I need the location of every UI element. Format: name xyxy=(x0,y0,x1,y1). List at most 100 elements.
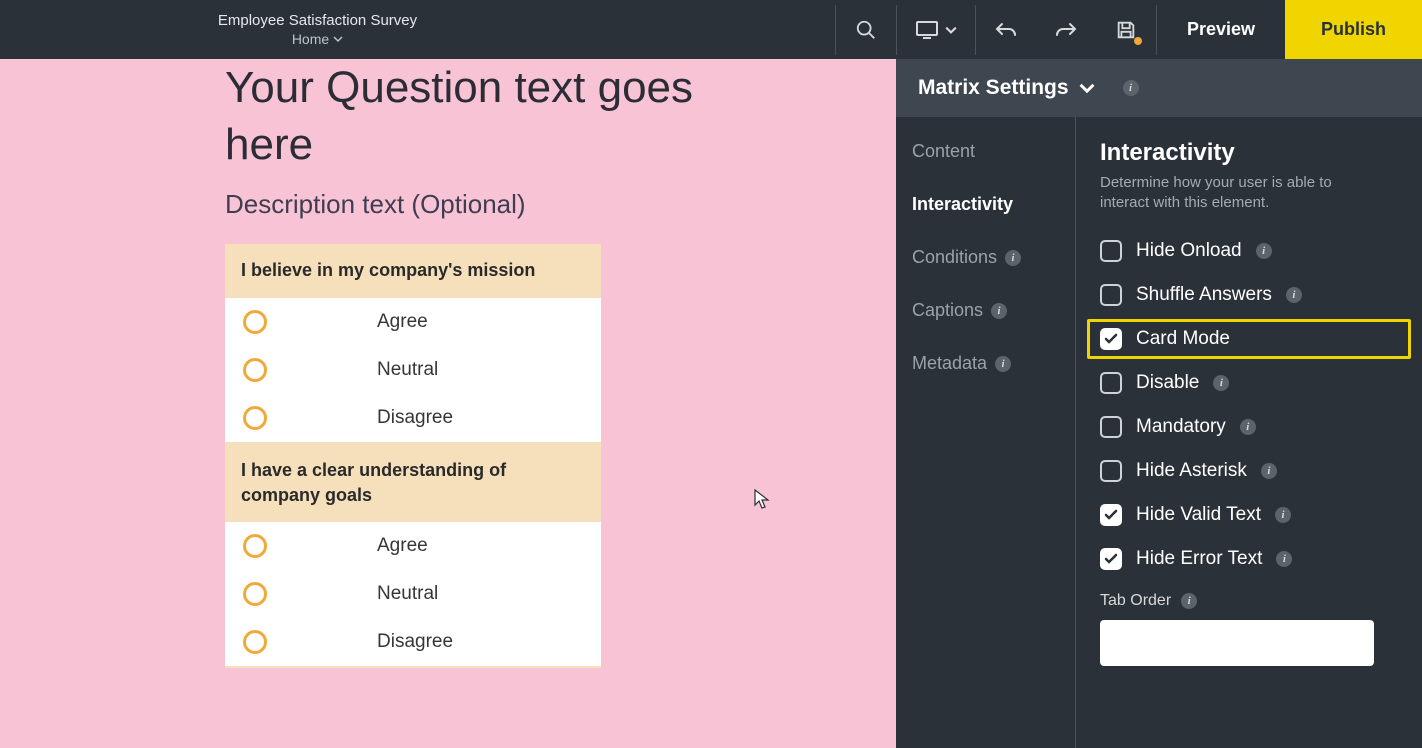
divider xyxy=(225,666,601,668)
checkbox-label: Shuffle Answers xyxy=(1136,284,1272,306)
search-button[interactable] xyxy=(836,0,896,59)
nav-label: Content xyxy=(912,141,975,162)
checkbox-row-mandatory: Mandatory i xyxy=(1100,416,1398,438)
tab-order-label: Tab Order i xyxy=(1100,592,1398,610)
title-group: Employee Satisfaction Survey Home xyxy=(0,12,635,47)
settings-panel-header[interactable]: Matrix Settings i xyxy=(896,59,1422,117)
matrix-card-list: I believe in my company's mission Agree … xyxy=(225,244,601,668)
info-icon[interactable]: i xyxy=(1286,287,1302,303)
check-icon xyxy=(1104,332,1118,346)
tab-order-input[interactable] xyxy=(1100,620,1374,666)
save-button[interactable] xyxy=(1096,0,1156,59)
info-icon[interactable]: i xyxy=(1123,80,1139,96)
info-icon[interactable]: i xyxy=(1261,463,1277,479)
check-icon xyxy=(1104,552,1118,566)
option-label: Disagree xyxy=(377,407,453,429)
checkbox[interactable] xyxy=(1100,328,1122,350)
matrix-option[interactable]: Agree xyxy=(225,298,601,346)
info-icon[interactable]: i xyxy=(995,356,1011,372)
monitor-icon xyxy=(915,20,939,40)
info-icon[interactable]: i xyxy=(1240,419,1256,435)
radio-icon[interactable] xyxy=(243,358,267,382)
checkbox-label: Disable xyxy=(1136,372,1199,394)
nav-captions[interactable]: Captions i xyxy=(912,300,1075,321)
question-description[interactable]: Description text (Optional) xyxy=(225,189,896,220)
settings-content: Interactivity Determine how your user is… xyxy=(1076,117,1422,748)
settings-panel-title: Matrix Settings xyxy=(918,76,1069,100)
option-label: Neutral xyxy=(377,359,438,381)
checkbox-row-hide-valid-text: Hide Valid Texti xyxy=(1100,504,1398,526)
check-icon xyxy=(1104,508,1118,522)
nav-label: Captions xyxy=(912,300,983,321)
checkbox[interactable] xyxy=(1100,240,1122,262)
matrix-option[interactable]: Neutral xyxy=(225,570,601,618)
matrix-card: I have a clear understanding of company … xyxy=(225,444,601,666)
radio-icon[interactable] xyxy=(243,582,267,606)
matrix-row-label[interactable]: I have a clear understanding of company … xyxy=(225,444,601,522)
chevron-down-icon xyxy=(333,34,343,44)
nav-conditions[interactable]: Conditions i xyxy=(912,247,1075,268)
radio-icon[interactable] xyxy=(243,406,267,430)
checkbox[interactable] xyxy=(1100,548,1122,570)
chevron-down-icon xyxy=(1079,80,1095,96)
nav-label: Metadata xyxy=(912,353,987,374)
undo-icon xyxy=(994,20,1018,40)
checkbox-row-hide-error-text: Hide Error Texti xyxy=(1100,548,1398,570)
label-text: Tab Order xyxy=(1100,592,1171,610)
project-title: Employee Satisfaction Survey xyxy=(0,12,635,29)
redo-icon xyxy=(1054,20,1078,40)
preview-button[interactable]: Preview xyxy=(1157,0,1285,59)
matrix-option[interactable]: Disagree xyxy=(225,394,601,442)
checkbox-row-hide-onload: Hide Onload i xyxy=(1100,240,1398,262)
breadcrumb[interactable]: Home xyxy=(0,31,635,47)
redo-button[interactable] xyxy=(1036,0,1096,59)
matrix-option[interactable]: Agree xyxy=(225,522,601,570)
nav-content[interactable]: Content xyxy=(912,141,1075,162)
section-title: Interactivity xyxy=(1100,139,1398,167)
nav-label: Interactivity xyxy=(912,194,1013,215)
checkbox[interactable] xyxy=(1100,460,1122,482)
radio-icon[interactable] xyxy=(243,310,267,334)
option-label: Neutral xyxy=(377,583,438,605)
settings-panel: Matrix Settings i Content Interactivity … xyxy=(896,59,1422,748)
chevron-down-icon xyxy=(945,24,957,36)
nav-interactivity[interactable]: Interactivity xyxy=(912,194,1075,215)
checkbox-row-card-mode: Card Mode xyxy=(1087,319,1411,359)
checkbox-row-shuffle-answers: Shuffle Answers i xyxy=(1100,284,1398,306)
option-label: Agree xyxy=(377,311,428,333)
info-icon[interactable]: i xyxy=(1276,551,1292,567)
info-icon[interactable]: i xyxy=(991,303,1007,319)
breadcrumb-label: Home xyxy=(292,31,329,47)
info-icon[interactable]: i xyxy=(1181,593,1197,609)
undo-button[interactable] xyxy=(976,0,1036,59)
publish-button[interactable]: Publish xyxy=(1285,0,1422,59)
question-title[interactable]: Your Question text goes here xyxy=(225,59,785,173)
checkbox[interactable] xyxy=(1100,504,1122,526)
info-icon[interactable]: i xyxy=(1213,375,1229,391)
matrix-card: I believe in my company's mission Agree … xyxy=(225,244,601,441)
matrix-row-label[interactable]: I believe in my company's mission xyxy=(225,244,601,297)
nav-label: Conditions xyxy=(912,247,997,268)
checkbox-row-disable: Disable i xyxy=(1100,372,1398,394)
checkbox[interactable] xyxy=(1100,416,1122,438)
checkbox[interactable] xyxy=(1100,372,1122,394)
checkbox-label: Hide Onload xyxy=(1136,240,1242,262)
matrix-option[interactable]: Disagree xyxy=(225,618,601,666)
radio-icon[interactable] xyxy=(243,630,267,654)
info-icon[interactable]: i xyxy=(1005,250,1021,266)
unsaved-indicator-icon xyxy=(1134,37,1142,45)
radio-icon[interactable] xyxy=(243,534,267,558)
top-bar: Employee Satisfaction Survey Home Previe… xyxy=(0,0,1422,59)
option-label: Agree xyxy=(377,535,428,557)
device-preview-button[interactable] xyxy=(897,0,975,59)
checkbox[interactable] xyxy=(1100,284,1122,306)
save-icon xyxy=(1115,19,1137,41)
editor-canvas[interactable]: Your Question text goes here Description… xyxy=(0,59,896,748)
settings-nav: Content Interactivity Conditions i Captio… xyxy=(896,117,1076,748)
matrix-option[interactable]: Neutral xyxy=(225,346,601,394)
checkbox-label: Hide Asterisk xyxy=(1136,460,1247,482)
checkbox-label: Mandatory xyxy=(1136,416,1226,438)
info-icon[interactable]: i xyxy=(1275,507,1291,523)
info-icon[interactable]: i xyxy=(1256,243,1272,259)
nav-metadata[interactable]: Metadata i xyxy=(912,353,1075,374)
